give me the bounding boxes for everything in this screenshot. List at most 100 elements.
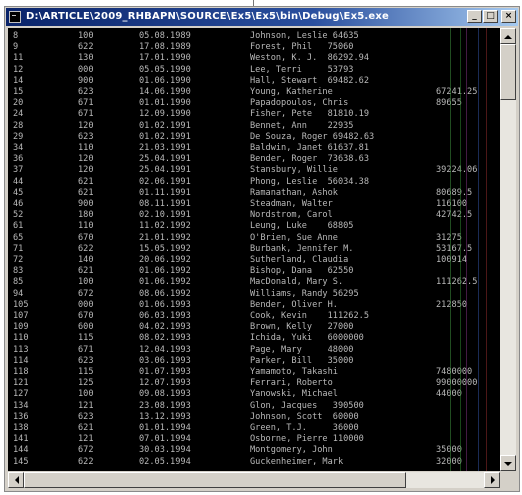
console-app-icon[interactable] <box>9 11 21 23</box>
row-date: 01.02.1991 <box>139 120 191 131</box>
console-line: 37 120 25.04.1991 Stansbury, Willie 39224.06 <box>8 165 500 176</box>
row-index: 141 <box>13 434 29 445</box>
row-date: 12.09.1990 <box>139 109 191 120</box>
console-line: 46 900 08.11.1991 Steadman, Walter 116100 <box>8 199 500 210</box>
row-index: 29 <box>13 131 24 142</box>
horizontal-scroll-thumb[interactable] <box>24 472 406 488</box>
console-line: 136 623 13.12.1993 Johnson, Scott 60000 <box>8 412 500 423</box>
row-code: 900 <box>78 75 94 86</box>
console-line: 45 621 01.11.1991 Ramanathan, Ashok 80689.5 <box>8 188 500 199</box>
console-line: 138 621 01.01.1994 Green, T.J. 36000 <box>8 423 500 434</box>
console-line: 11 130 17.01.1990 Weston, K. J. 86292.94 <box>8 53 500 64</box>
row-name: Bender, Oliver H. <box>250 299 338 310</box>
close-button[interactable]: × <box>501 10 516 23</box>
row-value: 89655 <box>436 98 462 109</box>
row-index: 37 <box>13 165 24 176</box>
vertical-scrollbar[interactable] <box>500 28 516 471</box>
row-index: 121 <box>13 378 29 389</box>
console-line: 144 672 30.03.1994 Montgomery, John 35000 <box>8 445 500 456</box>
row-date: 13.12.1993 <box>139 411 191 422</box>
row-value: 111262.5 <box>436 277 478 288</box>
console-line: 110 115 08.02.1993 Ichida, Yuki 6000000 <box>8 333 500 344</box>
row-value: 32000 <box>436 456 462 467</box>
console-line: 9 622 17.08.1989 Forest, Phil 75060 <box>8 42 500 53</box>
row-name: Young, Katherine <box>250 87 333 97</box>
row-code: 120 <box>78 154 94 165</box>
scroll-left-button[interactable] <box>8 472 24 488</box>
row-code: 672 <box>78 445 94 456</box>
left-arrow-icon <box>11 476 19 484</box>
row-date: 23.08.1993 <box>139 400 191 411</box>
scroll-down-button[interactable] <box>500 455 516 471</box>
row-name: Cook, Kevin 111262.5 <box>250 311 369 321</box>
maximize-button[interactable]: □ <box>483 10 498 23</box>
row-code: 623 <box>78 355 94 366</box>
row-name: Sutherland, Claudia <box>250 255 349 265</box>
scroll-up-button[interactable] <box>500 28 516 44</box>
row-index: 145 <box>13 456 29 467</box>
row-date: 30.03.1994 <box>139 445 191 456</box>
row-name: Stansbury, Willie <box>250 165 338 176</box>
row-index: 94 <box>13 288 24 299</box>
row-name: Baldwin, Janet 61637.81 <box>250 143 369 153</box>
row-name: Ichida, Yuki 6000000 <box>250 333 364 344</box>
console-line: 24 671 12.09.1990 Fisher, Pete 81810.19 <box>8 109 500 120</box>
row-name: Phong, Leslie 56034.38 <box>250 176 369 187</box>
row-date: 04.02.1993 <box>139 322 191 333</box>
row-date: 01.06.1990 <box>139 75 191 86</box>
row-code: 121 <box>78 434 94 445</box>
vertical-scroll-thumb[interactable] <box>500 44 516 100</box>
down-arrow-icon <box>504 462 512 470</box>
scroll-right-button[interactable] <box>484 472 500 488</box>
row-code: 621 <box>78 266 94 277</box>
row-index: 144 <box>13 445 29 456</box>
row-code: 672 <box>78 288 94 299</box>
row-name: Guckenheimer, Mark <box>250 456 344 467</box>
row-index: 65 <box>13 232 24 243</box>
row-date: 21.03.1991 <box>139 143 191 153</box>
row-date: 01.01.1990 <box>139 98 191 109</box>
console-line: 34 110 21.03.1991 Baldwin, Janet 61637.81 <box>8 143 500 154</box>
row-code: 671 <box>78 98 94 109</box>
row-date: 08.02.1993 <box>139 333 191 344</box>
row-date: 08.11.1991 <box>139 199 191 209</box>
row-index: 127 <box>13 389 29 400</box>
console-output[interactable]: 8 100 05.08.1989 Johnson, Leslie 64635 9 622 1… <box>8 28 500 471</box>
row-name: Fisher, Pete 81810.19 <box>250 109 369 120</box>
row-code: 110 <box>78 143 94 153</box>
display-artifact-stripe <box>466 28 467 471</box>
console-line: 109 600 04.02.1993 Brown, Kelly 27000 <box>8 322 500 333</box>
console-line: 44 621 02.06.1991 Phong, Leslie 56034.38 <box>8 177 500 188</box>
row-date: 05.05.1990 <box>139 64 191 75</box>
row-name: De Souza, Roger 69482.63 <box>250 131 375 142</box>
row-index: 11 <box>13 53 24 64</box>
row-name: Osborne, Pierre 110000 <box>250 434 364 445</box>
console-line: 94 672 08.06.1992 Williams, Randy 56295 <box>8 289 500 300</box>
up-arrow-icon <box>504 31 512 39</box>
row-date: 17.08.1989 <box>139 42 191 53</box>
row-index: 46 <box>13 199 24 209</box>
row-name: Montgomery, John <box>250 445 333 456</box>
row-index: 72 <box>13 255 24 265</box>
scrollbar-corner <box>500 472 516 488</box>
minimize-button[interactable]: _ <box>467 10 482 23</box>
row-code: 900 <box>78 199 94 209</box>
row-index: 9 <box>13 42 19 53</box>
row-value: 31275 <box>436 232 462 243</box>
row-name: Bender, Roger 73638.63 <box>250 154 369 165</box>
row-name: Johnson, Leslie 64635 <box>250 31 359 41</box>
horizontal-scrollbar[interactable] <box>8 472 500 488</box>
console-line: 114 623 03.06.1993 Parker, Bill 35000 <box>8 356 500 367</box>
window-title: D:\ARTICLE\2009_RHBAPN\SOURCE\Ex5\Ex5\bi… <box>26 11 390 22</box>
row-index: 45 <box>13 187 24 198</box>
row-date: 01.01.1994 <box>139 423 191 433</box>
row-code: 100 <box>78 31 94 41</box>
row-date: 08.06.1992 <box>139 288 191 299</box>
title-bar[interactable]: D:\ARTICLE\2009_RHBAPN\SOURCE\Ex5\Ex5\bi… <box>6 8 518 26</box>
row-code: 140 <box>78 255 94 265</box>
console-line: 36 120 25.04.1991 Bender, Roger 73638.63 <box>8 154 500 165</box>
row-name: Glon, Jacques 390500 <box>250 400 364 411</box>
row-date: 02.06.1991 <box>139 176 191 187</box>
row-name: Johnson, Scott 60000 <box>250 411 359 422</box>
row-value: 39224.06 <box>436 165 478 176</box>
